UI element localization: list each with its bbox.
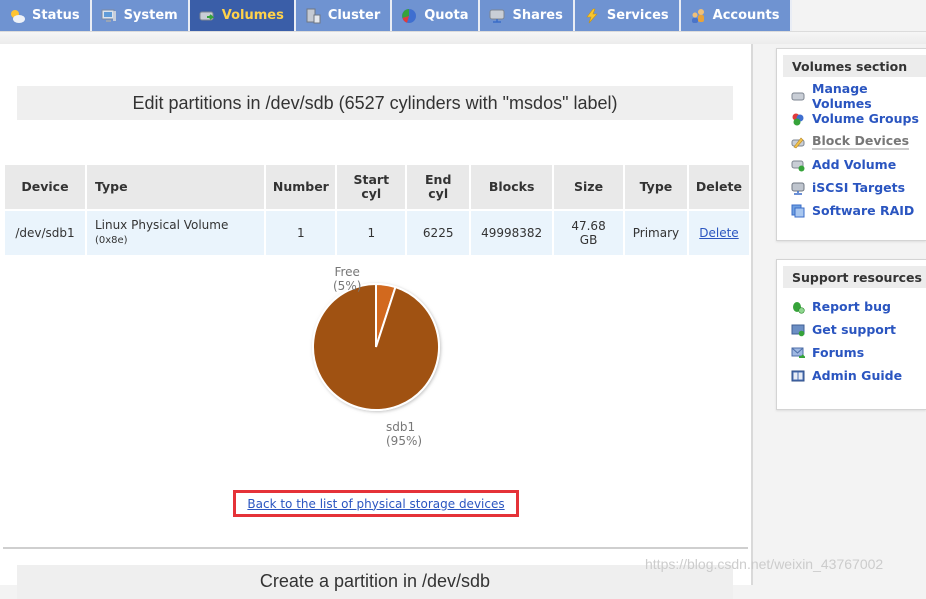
cell-device: /dev/sdb1	[5, 211, 85, 255]
main-nav: Status System Volumes Cluster Quota Shar…	[0, 0, 792, 31]
tab-quota[interactable]: Quota	[392, 0, 481, 31]
support-icon	[791, 323, 805, 337]
table-row: /dev/sdb1 Linux Physical Volume (0x8e) 1 …	[5, 211, 749, 255]
volumes-section-panel: Volumes section Manage Volumes Volume Gr…	[776, 48, 926, 241]
cell-size: 47.68 GB	[554, 211, 623, 255]
add-drive-icon	[791, 158, 805, 172]
tab-label: Volumes	[221, 8, 284, 23]
nav-shadow	[0, 31, 926, 44]
col-device: Device	[5, 165, 85, 209]
cell-type: Linux Physical Volume (0x8e)	[86, 211, 265, 255]
tab-label: Cluster	[327, 8, 381, 23]
watermark: https://blog.csdn.net/weixin_43767002	[645, 556, 884, 572]
col-ptype: Type	[624, 165, 687, 209]
volumes-section-title: Volumes section	[783, 55, 926, 77]
server-icon	[305, 8, 321, 24]
pie-slice-sdb1	[312, 282, 440, 411]
raid-icon	[791, 204, 805, 218]
col-delete: Delete	[688, 165, 749, 209]
pie-svg	[312, 282, 440, 411]
computer-icon	[101, 8, 117, 24]
users-icon	[690, 8, 706, 24]
tab-shares[interactable]: Shares	[480, 0, 575, 31]
partition-pie-chart: Free (5%) sdb1 (95%)	[290, 262, 470, 462]
bug-icon	[791, 300, 805, 314]
col-end-cyl: End cyl	[407, 165, 470, 209]
sidebar-item-get-support[interactable]: Get support	[791, 318, 926, 341]
tab-label: System	[123, 8, 178, 23]
drive-icon	[199, 8, 215, 24]
main-content: Edit partitions in /dev/sdb (6527 cylind…	[0, 44, 753, 599]
tab-label: Shares	[512, 8, 563, 23]
tab-accounts[interactable]: Accounts	[680, 0, 792, 31]
page-title: Edit partitions in /dev/sdb (6527 cylind…	[17, 86, 733, 120]
sidebar-item-add-volume[interactable]: Add Volume	[791, 153, 926, 176]
col-blocks: Blocks	[471, 165, 553, 209]
tab-cluster[interactable]: Cluster	[295, 0, 393, 31]
back-to-devices-link[interactable]: Back to the list of physical storage dev…	[247, 497, 504, 511]
tab-label: Status	[32, 8, 80, 23]
edit-drive-icon	[791, 135, 805, 149]
cell-number: 1	[266, 211, 336, 255]
tab-services[interactable]: Services	[574, 0, 681, 31]
tab-system[interactable]: System	[91, 0, 190, 31]
sidebar-item-manage-volumes[interactable]: Manage Volumes	[791, 81, 926, 111]
pie-icon	[401, 8, 417, 24]
cell-blocks: 49998382	[471, 211, 553, 255]
sidebar-item-admin-guide[interactable]: Admin Guide	[791, 364, 926, 387]
tab-label: Quota	[424, 8, 469, 23]
tab-status[interactable]: Status	[0, 0, 92, 31]
partitions-table: Device Type Number Start cyl End cyl Block…	[3, 163, 751, 257]
sidebar-item-software-raid[interactable]: Software RAID	[791, 199, 926, 222]
col-start-cyl: Start cyl	[337, 165, 406, 209]
pie-label-free: Free (5%)	[333, 265, 362, 293]
cell-start-cyl: 1	[337, 211, 406, 255]
weather-icon	[9, 8, 25, 24]
support-resources-title: Support resources	[783, 266, 926, 288]
network-drive-icon	[489, 8, 505, 24]
col-size: Size	[554, 165, 623, 209]
sidebar-item-volume-groups[interactable]: Volume Groups	[791, 107, 926, 130]
table-header-row: Device Type Number Start cyl End cyl Block…	[5, 165, 749, 209]
sidebar-item-forums[interactable]: Forums	[791, 341, 926, 364]
sidebar-item-report-bug[interactable]: Report bug	[791, 295, 926, 318]
col-type: Type	[86, 165, 265, 209]
iscsi-icon	[791, 181, 805, 195]
tab-volumes[interactable]: Volumes	[189, 0, 296, 31]
forums-icon	[791, 346, 805, 360]
sidebar-item-iscsi-targets[interactable]: iSCSI Targets	[791, 176, 926, 199]
cell-ptype: Primary	[624, 211, 687, 255]
create-partition-title: Create a partition in /dev/sdb	[17, 565, 733, 599]
tab-label: Services	[606, 8, 669, 23]
sidebar-item-block-devices[interactable]: Block Devices	[791, 130, 926, 153]
col-number: Number	[266, 165, 336, 209]
cell-end-cyl: 6225	[407, 211, 470, 255]
delete-link[interactable]: Delete	[699, 226, 738, 240]
groups-icon	[791, 112, 805, 126]
cell-delete: Delete	[688, 211, 749, 255]
book-icon	[791, 369, 805, 383]
pie-label-sdb1: sdb1 (95%)	[386, 420, 423, 448]
tab-label: Accounts	[712, 8, 780, 23]
drive-icon	[791, 89, 805, 103]
back-link-highlight: Back to the list of physical storage dev…	[233, 490, 519, 517]
section-divider	[3, 547, 748, 549]
support-resources-panel: Support resources Report bug Get support…	[776, 259, 926, 410]
top-bar: Status System Volumes Cluster Quota Shar…	[0, 0, 926, 31]
lightning-icon	[584, 8, 600, 24]
